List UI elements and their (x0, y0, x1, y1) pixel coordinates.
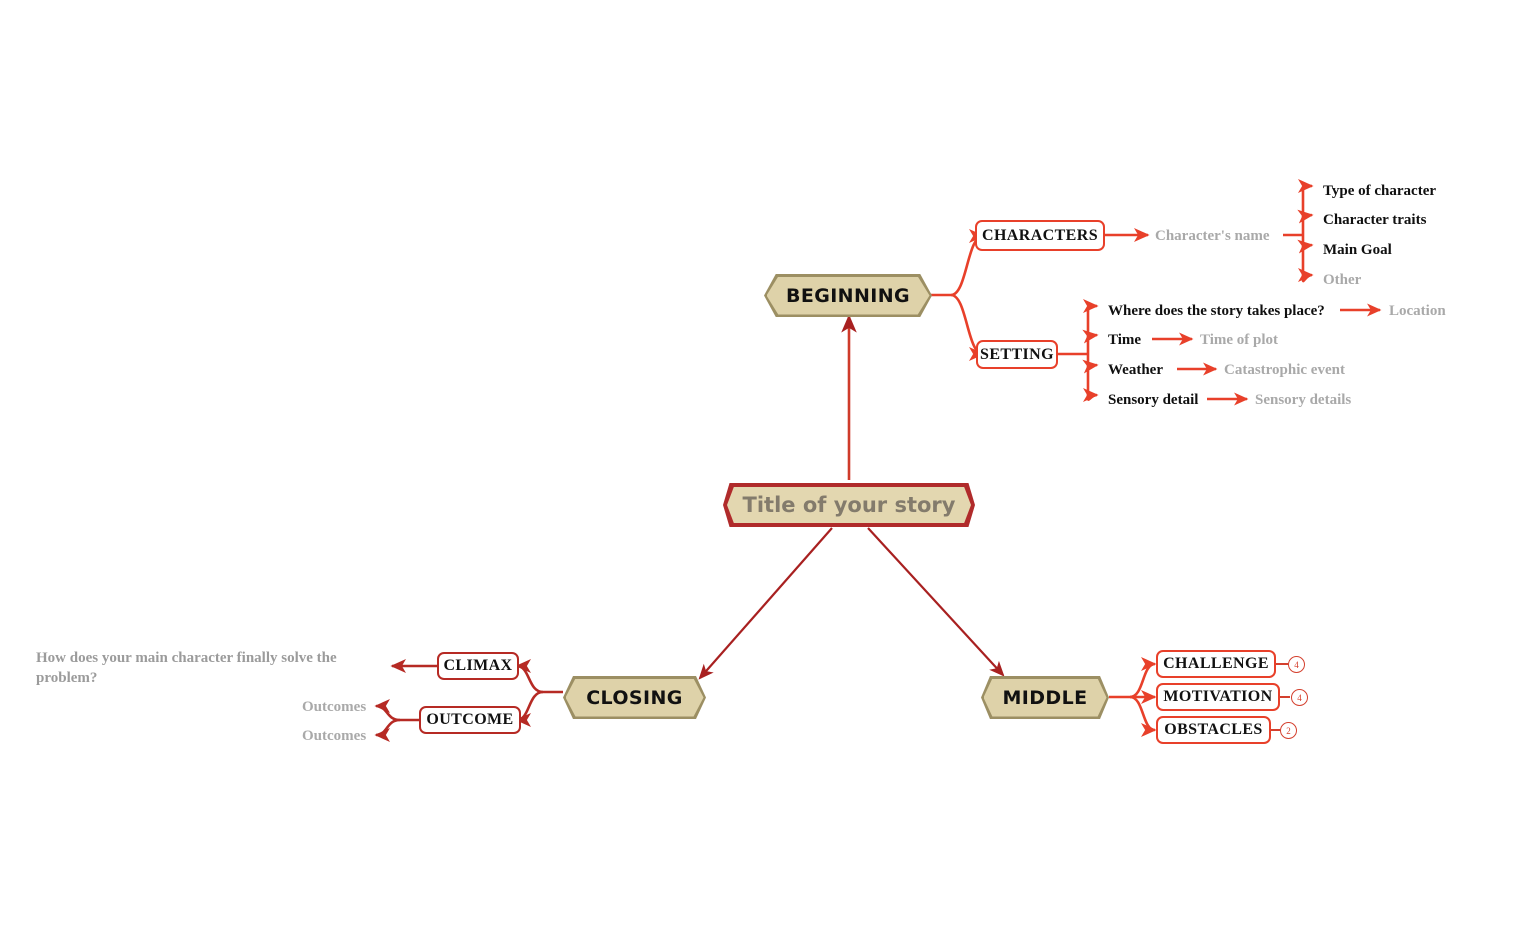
climax-question-text[interactable]: How does your main character finally sol… (36, 648, 366, 689)
branch-node-middle[interactable]: MIDDLE (981, 676, 1109, 719)
central-node-title[interactable]: Title of your story (723, 483, 975, 527)
branch-beginning-label-box: BEGINNING (766, 276, 930, 315)
subnode-challenge[interactable]: CHALLENGE (1156, 650, 1276, 678)
setting-item-place-label[interactable]: Where does the story takes place? (1108, 302, 1325, 322)
subnode-setting-label: SETTING (980, 345, 1054, 363)
branch-closing-label-box: CLOSING (565, 678, 704, 717)
setting-item-place-value[interactable]: Location (1389, 302, 1446, 322)
setting-item-weather-value[interactable]: Catastrophic event (1224, 361, 1345, 381)
subnode-characters[interactable]: CHARACTERS (975, 220, 1105, 251)
badge-obstacles-count[interactable]: 2 (1280, 722, 1297, 739)
connector-layer (374, 178, 1382, 743)
outcome-item-2[interactable]: Outcomes (302, 727, 366, 747)
characters-item-main-goal[interactable]: Main Goal (1323, 241, 1392, 261)
central-node-label: Title of your story (742, 493, 956, 517)
subnode-obstacles-label: OBSTACLES (1164, 721, 1263, 738)
subnode-motivation[interactable]: MOTIVATION (1156, 683, 1280, 711)
outcome-item-1[interactable]: Outcomes (302, 698, 366, 718)
subnode-motivation-label: MOTIVATION (1163, 688, 1273, 705)
central-node-label-box: Title of your story (727, 487, 971, 523)
characters-item-type-of-character[interactable]: Type of character (1323, 182, 1436, 202)
setting-item-time-value[interactable]: Time of plot (1200, 331, 1278, 351)
setting-item-time-label[interactable]: Time (1108, 331, 1141, 351)
subnode-outcome[interactable]: OUTCOME (419, 706, 521, 734)
characters-item-character-traits[interactable]: Character traits (1323, 211, 1426, 231)
setting-item-sensory-value[interactable]: Sensory details (1255, 391, 1351, 411)
subnode-obstacles[interactable]: OBSTACLES (1156, 716, 1271, 744)
characters-item-other[interactable]: Other (1323, 271, 1361, 291)
setting-item-sensory-label[interactable]: Sensory detail (1108, 391, 1198, 411)
characters-name-placeholder[interactable]: Character's name (1155, 227, 1270, 247)
subnode-setting[interactable]: SETTING (976, 340, 1058, 369)
badge-challenge-count[interactable]: 4 (1288, 656, 1305, 673)
subnode-climax-label: CLIMAX (443, 657, 513, 674)
mindmap-canvas: Title of your story BEGINNING CHARACTERS… (0, 0, 1536, 950)
branch-node-closing[interactable]: CLOSING (563, 676, 706, 719)
branch-middle-label: MIDDLE (1002, 686, 1088, 709)
branch-beginning-label: BEGINNING (785, 284, 911, 307)
setting-item-weather-label[interactable]: Weather (1108, 361, 1163, 381)
subnode-climax[interactable]: CLIMAX (437, 652, 519, 680)
subnode-characters-label: CHARACTERS (981, 226, 1098, 244)
subnode-challenge-label: CHALLENGE (1163, 655, 1269, 672)
branch-middle-label-box: MIDDLE (983, 678, 1107, 717)
branch-node-beginning[interactable]: BEGINNING (764, 274, 932, 317)
branch-closing-label: CLOSING (586, 686, 683, 709)
badge-motivation-count[interactable]: 4 (1291, 689, 1308, 706)
subnode-outcome-label: OUTCOME (426, 711, 514, 728)
